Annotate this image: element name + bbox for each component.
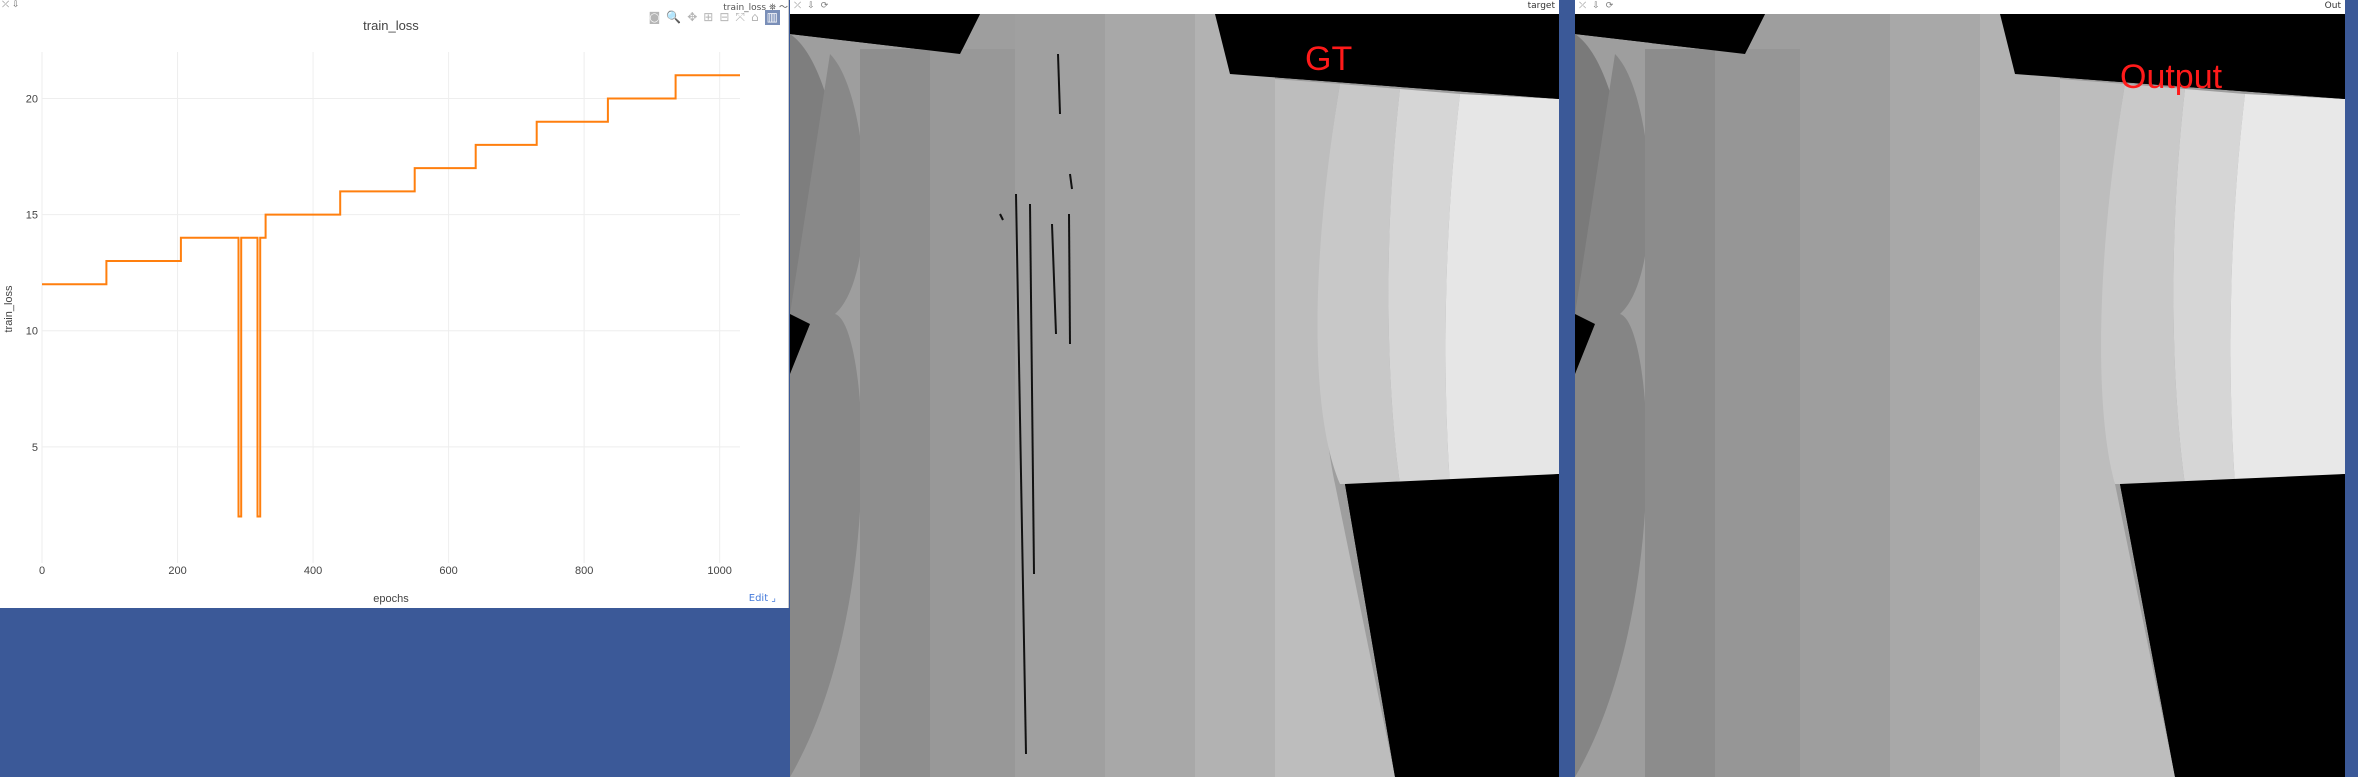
train-loss-chart[interactable]: train_loss epochs train_loss 51015200 200… <box>0 0 788 608</box>
x-tick-label: 0 <box>39 565 45 577</box>
x-tick-label: 400 <box>304 565 322 577</box>
x-tick-label: 800 <box>575 565 593 577</box>
gt-depth-image <box>790 14 1559 777</box>
output-header: ⤫⇩⟳ Out <box>1575 0 2345 14</box>
x-tick-label: 600 <box>439 565 457 577</box>
output-depth-image <box>1575 14 2345 777</box>
edit-link[interactable]: Edit ⌟ <box>749 593 776 604</box>
x-tick-label: 1000 <box>707 565 731 577</box>
y-tick-label: 15 <box>26 210 38 222</box>
edit-label[interactable]: Edit <box>749 593 768 604</box>
series-line-layer <box>42 74 740 518</box>
y-axis-label: train_loss <box>3 285 15 333</box>
ticks: 51015200 200 400 600 800 1000 <box>26 93 732 577</box>
y-tick-label: 20 <box>26 93 38 105</box>
gt-overlay-label: GT <box>1305 40 1353 78</box>
grid <box>41 52 740 563</box>
y-tick-label: 5 <box>32 442 38 454</box>
output-image-window: ⤫⇩⟳ Out Output <box>1575 0 2345 777</box>
output-header-title: Out <box>2324 1 2341 11</box>
gt-window-controls[interactable]: ⤫⇩⟳ <box>794 1 834 11</box>
output-overlay-label: Output <box>2120 58 2223 96</box>
gt-header-title: target <box>1527 1 1555 11</box>
chart-title: train_loss <box>363 18 419 33</box>
plot-window: ⤫ ⇩ train_loss ⛯ 〜 ◙ 🔍 ✥ ⊞ ⊟ ⤧ ⌂ ▥ train… <box>0 0 789 608</box>
gt-header: ⤫⇩⟳ target <box>790 0 1559 14</box>
x-tick-label: 200 <box>168 565 186 577</box>
gt-image-window: ⤫⇩⟳ target GT <box>790 0 1559 777</box>
y-tick-label: 10 <box>26 326 38 338</box>
separator-bar <box>1559 0 1575 777</box>
right-edge-bar <box>2345 0 2358 777</box>
series-line <box>42 74 740 518</box>
x-axis-label: epochs <box>373 593 409 605</box>
output-window-controls[interactable]: ⤫⇩⟳ <box>1579 1 1619 11</box>
resize-icon[interactable]: ⌟ <box>771 593 776 604</box>
